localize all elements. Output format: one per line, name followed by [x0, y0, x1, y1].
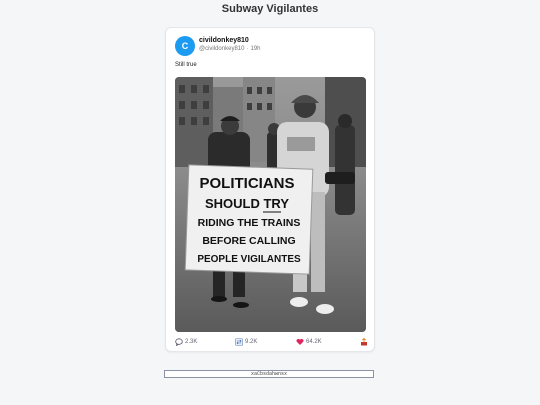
sign-line-5: PEOPLE VIGILANTES — [197, 254, 301, 265]
footer-code-box: xaCbsdahwnsx — [164, 370, 374, 378]
share-icon — [361, 338, 367, 346]
retweet-count: 9.2K — [245, 339, 258, 345]
sign-line-3: RIDING THE TRAINS — [198, 217, 301, 229]
share-button[interactable] — [360, 338, 368, 346]
like-button[interactable]: 64.2K — [296, 338, 322, 346]
like-count: 64.2K — [306, 339, 322, 345]
sign-line-4: BEFORE CALLING — [202, 235, 295, 247]
post-card: C civildonkey810 @civildonkey810 · 19h Sti… — [165, 27, 375, 352]
comment-icon — [175, 338, 183, 346]
avatar[interactable]: C — [175, 36, 195, 56]
post-text: Still true — [175, 62, 197, 68]
sign-line-2: SHOULD TRY — [205, 196, 289, 211]
post-actions: 2.3K 9.2K 64.2K — [175, 338, 368, 348]
post-time: 19h — [250, 46, 261, 52]
sign-line-1: POLITICIANS — [199, 175, 294, 192]
username[interactable]: civildonkey810 — [199, 37, 249, 44]
post-meta: @civildonkey810 · 19h — [199, 46, 261, 52]
post-photo[interactable]: POLITICIANS SHOULD TRY RIDING THE TRAINS… — [175, 77, 366, 332]
retweet-button[interactable]: 9.2K — [235, 338, 257, 346]
page-title: Subway Vigilantes — [221, 3, 319, 15]
reply-count: 2.3K — [185, 339, 198, 345]
heart-icon — [296, 338, 304, 345]
user-handle[interactable]: @civildonkey810 — [199, 46, 244, 52]
retweet-icon — [235, 338, 243, 346]
reply-button[interactable]: 2.3K — [175, 338, 197, 346]
